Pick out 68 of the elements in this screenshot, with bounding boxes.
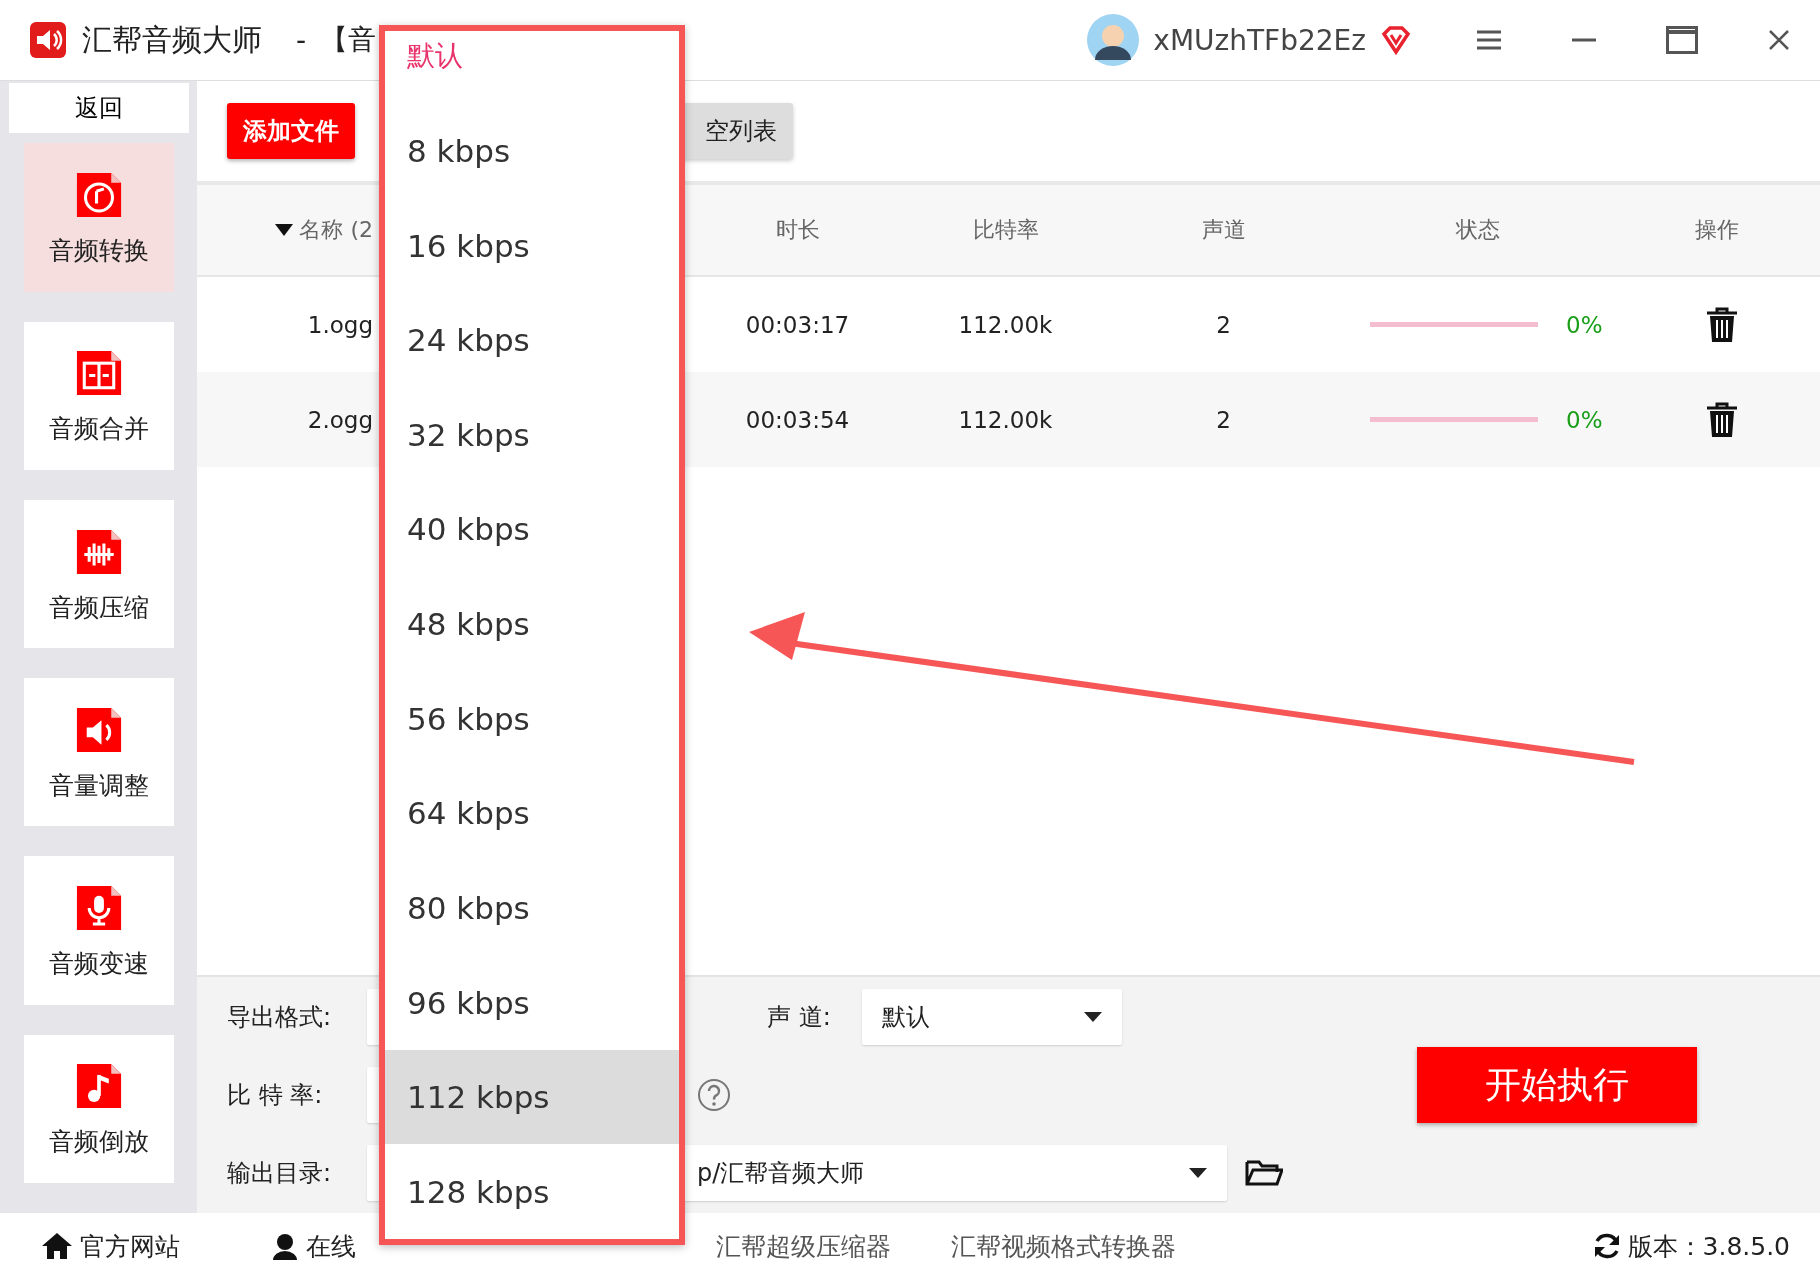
page-title: 【音 xyxy=(320,22,377,58)
duration-cell-text: 00:03:54 xyxy=(744,406,851,433)
dropdown-option[interactable]: 24 kbps xyxy=(385,292,679,388)
folder-icon[interactable] xyxy=(1245,1158,1283,1188)
avatar-icon[interactable] xyxy=(1087,14,1140,66)
sidebar-label: 音频变速 xyxy=(48,948,149,981)
bitrate-label: 比 特 率: xyxy=(227,1080,324,1111)
dropdown-option[interactable]: 64 kbps xyxy=(385,766,679,861)
start-button[interactable]: 开始执行 xyxy=(1417,1047,1697,1123)
column-header[interactable]: 操作 xyxy=(1617,215,1817,245)
app-title: 汇帮音频大师 xyxy=(82,20,262,59)
sidebar-label: 音频合并 xyxy=(48,413,149,446)
sidebar-label: 音频压缩 xyxy=(48,591,149,624)
sidebar-item[interactable]: 音频变速 xyxy=(23,856,174,1005)
dropdown-option[interactable]: 48 kbps xyxy=(385,576,679,672)
bitrate-cell-text: 112.00k xyxy=(957,406,1054,433)
trash-icon[interactable] xyxy=(1707,306,1737,343)
progress-percent: 0% xyxy=(1566,311,1603,338)
caret-icon xyxy=(1084,1012,1102,1022)
sidebar-item[interactable]: 音量调整 xyxy=(23,678,174,827)
channel-cell-text: 2 xyxy=(1215,406,1232,433)
sidebar-label: 音频倒放 xyxy=(48,1126,149,1159)
sidebar-item[interactable]: 音频倒放 xyxy=(23,1034,174,1183)
dropdown-option[interactable]: 112 kbps xyxy=(385,1049,679,1145)
help-icon[interactable] xyxy=(697,1078,731,1112)
channel-label: 声 道: xyxy=(767,1002,832,1033)
dropdown-option[interactable]: 40 kbps xyxy=(385,482,679,577)
sidebar-label: 音频转换 xyxy=(48,235,149,268)
title-separator: - xyxy=(296,23,307,57)
sidebar-item[interactable]: 音频合并 xyxy=(23,321,174,470)
output-dir-label: 输出目录: xyxy=(227,1158,333,1189)
progress-percent: 0% xyxy=(1566,406,1603,433)
dropdown-option[interactable]: 80 kbps xyxy=(385,860,679,956)
trash-icon[interactable] xyxy=(1707,401,1737,438)
website-link[interactable]: 官方网站 xyxy=(40,1229,180,1263)
support-link[interactable]: 在线 xyxy=(270,1229,356,1263)
dropdown-option[interactable]: 56 kbps xyxy=(385,671,679,766)
column-header[interactable]: 声道 xyxy=(1109,215,1338,245)
add-file-button[interactable]: 添加文件 xyxy=(227,103,355,159)
bitrate-cell-text: 112.00k xyxy=(957,311,1054,338)
format-label: 导出格式: xyxy=(227,1002,333,1033)
username[interactable]: xMUzhTFb22Ez xyxy=(1153,23,1366,57)
column-header[interactable]: 名称 (2 xyxy=(299,215,373,245)
sidebar-item[interactable]: 音频压缩 xyxy=(23,499,174,649)
dropdown-option[interactable]: 16 kbps xyxy=(385,198,679,293)
footer-link[interactable]: 汇帮超级压缩器 xyxy=(716,1229,891,1263)
caret-icon xyxy=(1189,1168,1207,1178)
speaker-logo-icon xyxy=(28,20,68,60)
home-icon xyxy=(40,1231,74,1261)
sidebar-label: 音量调整 xyxy=(48,769,149,802)
version-text: 版本：3.8.5.0 xyxy=(1627,1230,1790,1263)
channel-select[interactable]: 默认 xyxy=(862,989,1122,1045)
column-header[interactable]: 比特率 xyxy=(902,215,1109,245)
dropdown-option[interactable]: 96 kbps xyxy=(385,955,679,1050)
headset-person-icon xyxy=(270,1231,300,1261)
back-button[interactable]: 返回 xyxy=(8,83,189,134)
dropdown-option[interactable]: 32 kbps xyxy=(385,387,679,483)
file-name: 2.ogg xyxy=(307,406,373,433)
dropdown-option[interactable]: 默认 xyxy=(385,31,679,104)
footer-link[interactable]: 汇帮视频格式转换器 xyxy=(951,1229,1176,1263)
duration-cell-text: 00:03:17 xyxy=(744,311,851,338)
channel-cell-text: 2 xyxy=(1215,311,1232,338)
column-header[interactable]: 状态 xyxy=(1338,215,1617,245)
sort-caret-icon[interactable] xyxy=(275,224,294,236)
file-name: 1.ogg xyxy=(307,311,373,338)
diamond-icon[interactable] xyxy=(1380,24,1412,56)
column-header[interactable]: 时长 xyxy=(693,215,902,245)
sidebar-item[interactable]: 音频转换 xyxy=(23,143,174,292)
